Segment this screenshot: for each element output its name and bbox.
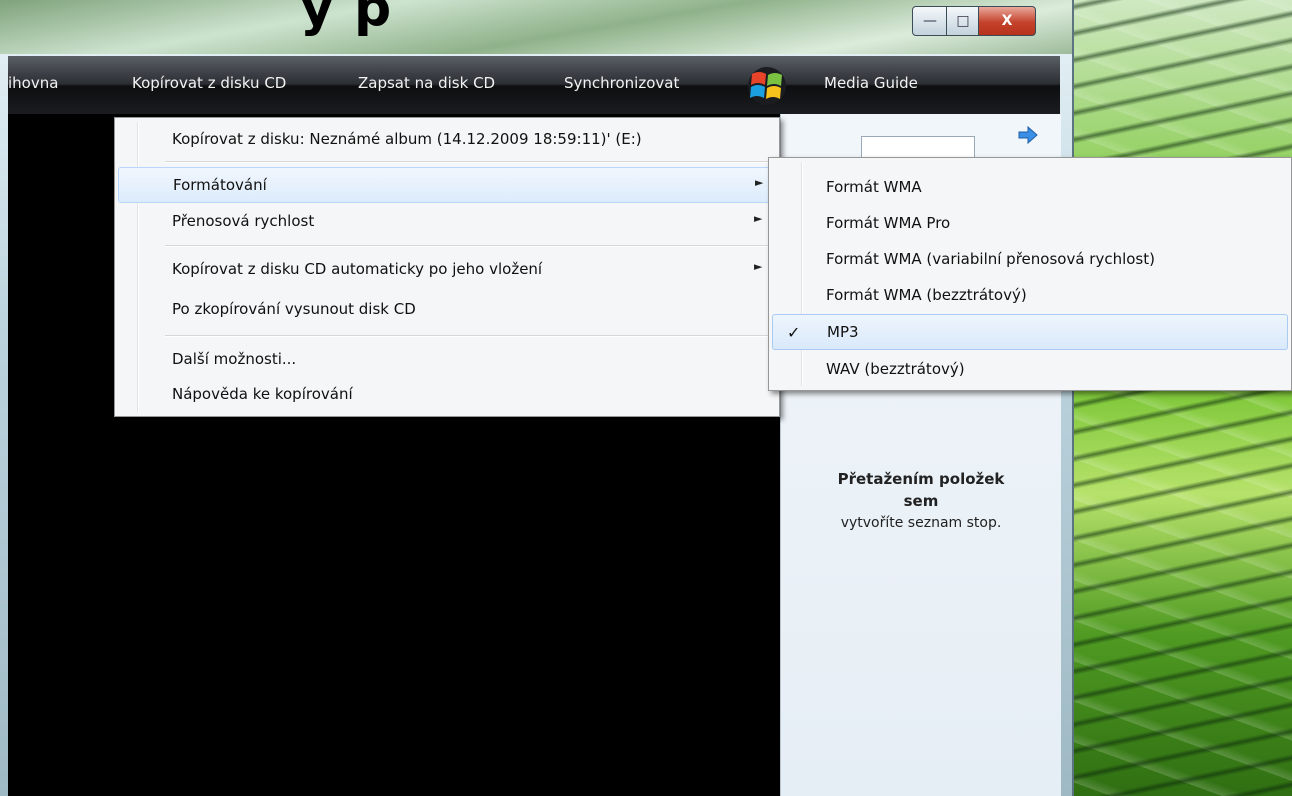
arrow-right-icon[interactable] xyxy=(1017,126,1039,144)
format-submenu: Formát WMA Formát WMA Pro Formát WMA (va… xyxy=(768,157,1292,391)
checkmark-icon: ✓ xyxy=(787,323,801,342)
menu-separator xyxy=(165,161,771,163)
menu-item-label: Po zkopírování vysunout disk CD xyxy=(172,300,416,318)
menu-item-eject-after-rip[interactable]: Po zkopírování vysunout disk CD xyxy=(118,292,774,326)
drag-hint-subtitle: vytvoříte seznam stop. xyxy=(840,515,1002,531)
menu-item-rip-automatically[interactable]: Kopírovat z disku CD automaticky po jeho… xyxy=(118,252,774,286)
menu-item-label: Formátování xyxy=(173,176,267,194)
menu-item-label: Kopírovat z disku CD automaticky po jeho… xyxy=(172,260,543,278)
menu-item-label: Kopírovat z disku: Neznámé album (14.12.… xyxy=(172,130,642,148)
menu-item-label: Nápověda ke kopírování xyxy=(172,385,353,403)
close-button[interactable]: X xyxy=(978,6,1036,36)
menu-separator xyxy=(165,335,771,337)
menu-item-more-options[interactable]: Další možnosti... xyxy=(118,342,774,376)
main-navigation-bar: ihovna Kopírovat z disku CD Zapsat na di… xyxy=(8,56,1060,114)
submenu-item-wav[interactable]: WAV (bezztrátový) xyxy=(772,352,1286,386)
submenu-item-wma[interactable]: Formát WMA xyxy=(772,170,1286,204)
submenu-item-label: WAV (bezztrátový) xyxy=(826,360,965,378)
submenu-item-label: Formát WMA (bezztrátový) xyxy=(826,286,1027,304)
tab-library[interactable]: ihovna xyxy=(8,74,58,92)
menu-item-label: Další možnosti... xyxy=(172,350,297,368)
menu-item-bit-rate[interactable]: Přenosová rychlost ► xyxy=(118,204,774,238)
menu-item-format[interactable]: Formátování ► xyxy=(118,167,776,203)
menu-separator xyxy=(165,245,771,247)
maximize-button[interactable]: □ xyxy=(946,6,980,36)
submenu-item-wma-lossless[interactable]: Formát WMA (bezztrátový) xyxy=(772,278,1286,312)
close-icon: X xyxy=(1001,13,1013,29)
maximize-icon: □ xyxy=(956,13,970,29)
submenu-item-mp3[interactable]: ✓ MP3 xyxy=(772,314,1288,350)
drag-hint-line-1: Přetažením položek xyxy=(837,470,1005,488)
menu-item-label: Přenosová rychlost xyxy=(172,212,315,230)
submenu-item-label: Formát WMA (variabilní přenosová rychlos… xyxy=(826,250,1155,268)
drag-hint-line-2: sem xyxy=(903,492,939,510)
tab-media-guide[interactable]: Media Guide xyxy=(824,74,918,92)
drag-hint: Přetažením položek sem vytvoříte seznam … xyxy=(781,468,1061,534)
submenu-item-label: Formát WMA xyxy=(826,178,922,196)
window-titlebar[interactable]: y p — □ X xyxy=(0,0,1072,54)
submenu-item-label: MP3 xyxy=(827,323,859,341)
menu-item-rip-disc[interactable]: Kopírovat z disku: Neznámé album (14.12.… xyxy=(118,122,774,156)
submenu-item-label: Formát WMA Pro xyxy=(826,214,951,232)
tab-burn[interactable]: Zapsat na disk CD xyxy=(358,74,495,92)
submenu-arrow-icon: ► xyxy=(754,212,763,225)
menu-item-help-with-ripping[interactable]: Nápověda ke kopírování xyxy=(118,377,774,411)
windows-flag-icon[interactable] xyxy=(746,66,788,106)
minimize-button[interactable]: — xyxy=(912,6,948,36)
tab-sync[interactable]: Synchronizovat xyxy=(564,74,679,92)
rip-options-menu: Kopírovat z disku: Neznámé album (14.12.… xyxy=(114,117,780,417)
minimize-icon: — xyxy=(923,13,937,29)
submenu-item-wma-vbr[interactable]: Formát WMA (variabilní přenosová rychlos… xyxy=(772,242,1286,276)
submenu-item-wma-pro[interactable]: Formát WMA Pro xyxy=(772,206,1286,240)
submenu-arrow-icon: ► xyxy=(755,176,764,189)
drag-hint-title: Přetažením položek sem xyxy=(781,468,1061,512)
window-title: y p xyxy=(300,0,393,38)
tab-rip[interactable]: Kopírovat z disku CD xyxy=(132,74,286,92)
submenu-arrow-icon: ► xyxy=(754,260,763,273)
